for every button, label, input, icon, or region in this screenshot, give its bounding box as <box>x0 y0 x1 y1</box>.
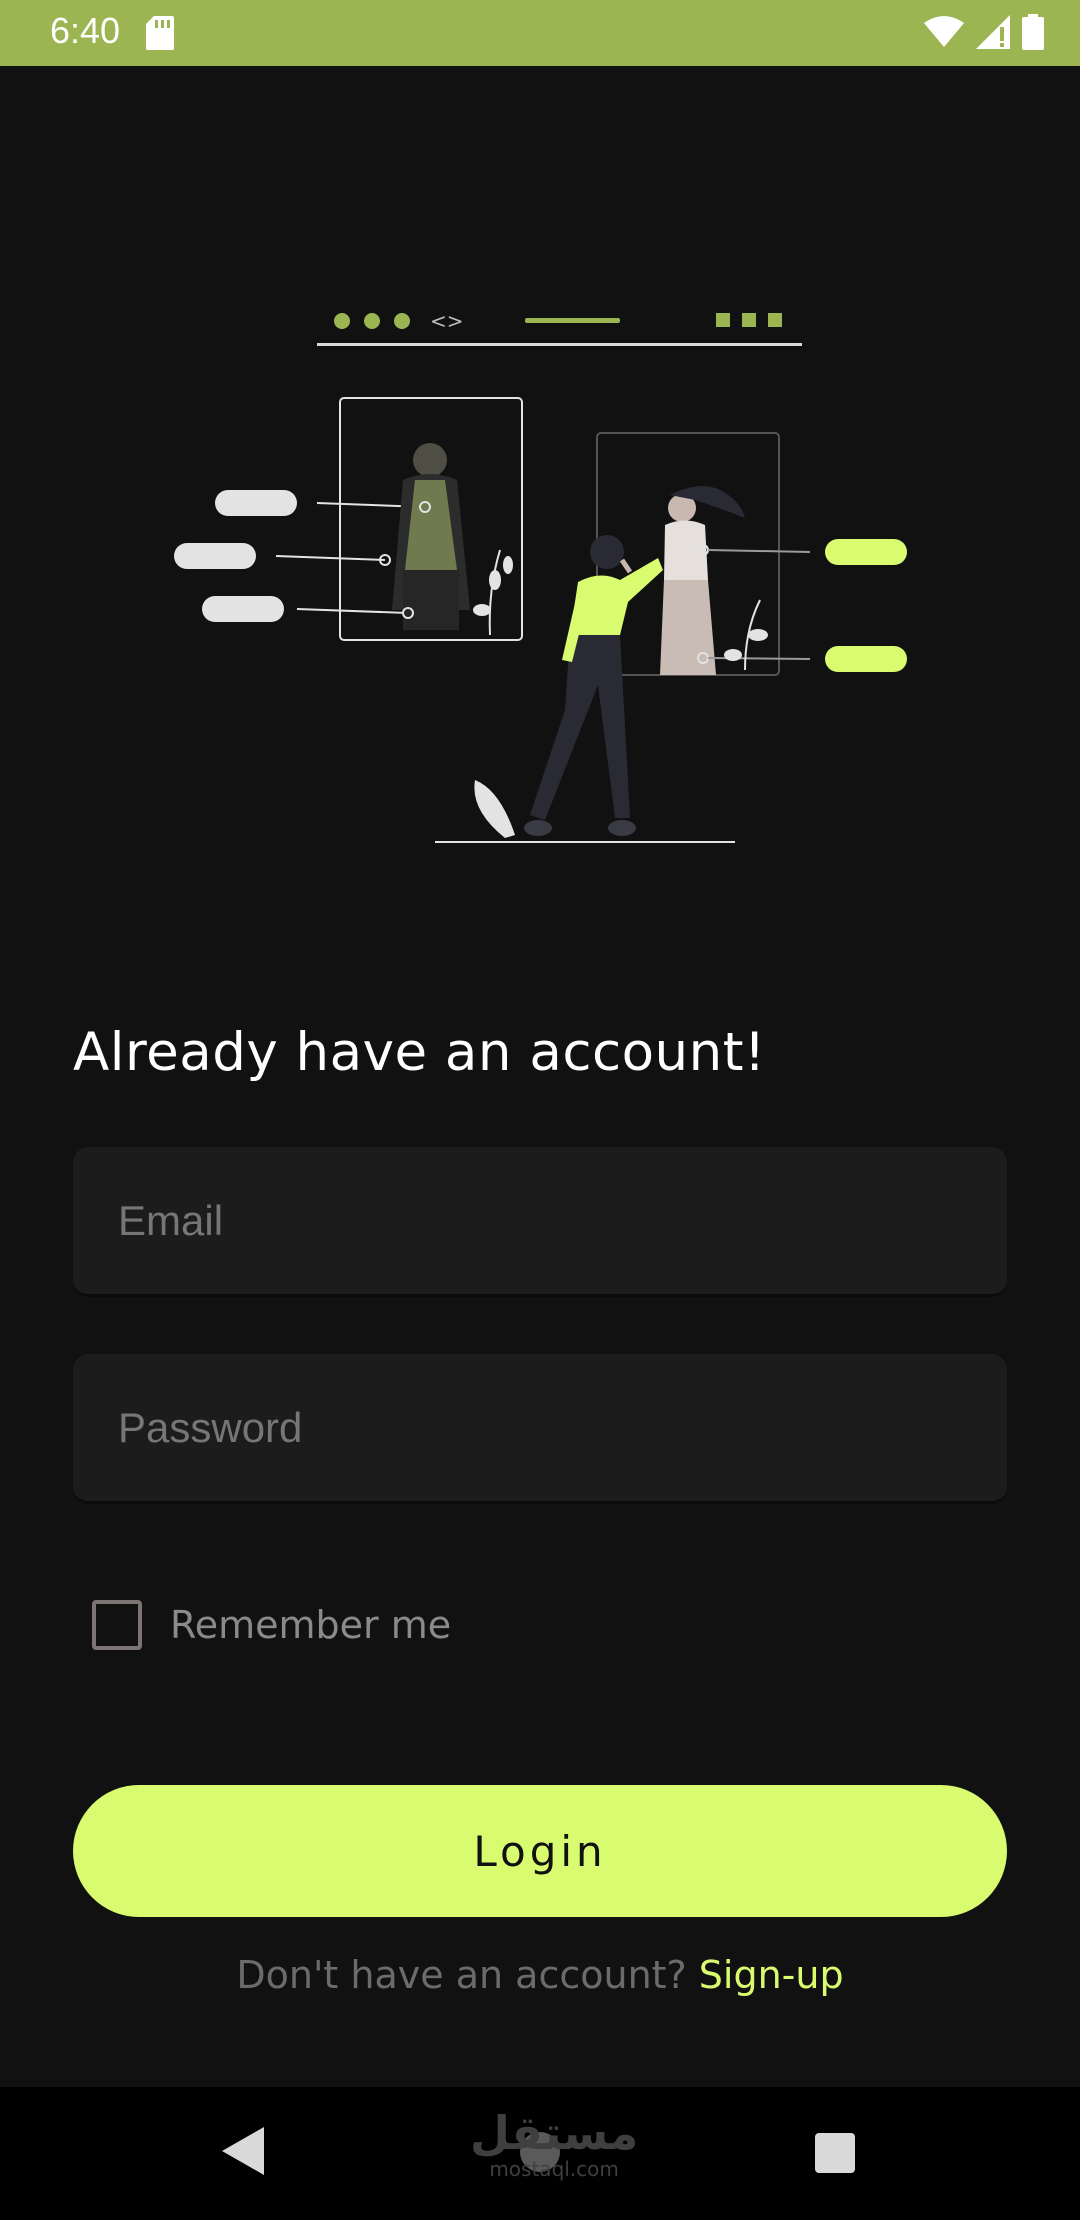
email-field[interactable] <box>73 1147 1007 1294</box>
signup-row: Don't have an account? Sign-up <box>0 1953 1080 1997</box>
navigation-bar: مستقل mostaql.com <box>0 2087 1080 2220</box>
signup-link[interactable]: Sign-up <box>699 1953 844 1997</box>
login-button[interactable]: Login <box>73 1785 1007 1917</box>
page-title: Already have an account! <box>73 1022 766 1083</box>
password-field-container <box>73 1354 1007 1504</box>
status-icons <box>924 14 1044 50</box>
signal-icon <box>976 15 1010 49</box>
password-field[interactable] <box>73 1354 1007 1501</box>
login-illustration: <> <box>174 309 907 843</box>
wifi-icon <box>924 16 964 47</box>
watermark-latin: mostaql.com <box>489 2157 619 2181</box>
battery-icon <box>1022 14 1044 50</box>
recents-icon[interactable] <box>815 2133 855 2173</box>
status-time: 6:40 <box>50 10 121 51</box>
browser-bar: <> <box>317 309 802 346</box>
sd-card-icon <box>146 16 174 50</box>
remember-me[interactable]: Remember me <box>92 1600 451 1650</box>
back-icon[interactable] <box>222 2127 264 2175</box>
status-bar: 6:40 <box>0 0 1080 66</box>
remember-me-label: Remember me <box>170 1603 452 1647</box>
email-field-container <box>73 1147 1007 1297</box>
watermark: مستقل mostaql.com <box>470 2107 638 2179</box>
code-icon: <> <box>430 309 464 333</box>
remember-me-checkbox[interactable] <box>92 1600 142 1650</box>
watermark-arabic: مستقل <box>470 2106 639 2160</box>
signup-prompt: Don't have an account? <box>236 1953 699 1997</box>
